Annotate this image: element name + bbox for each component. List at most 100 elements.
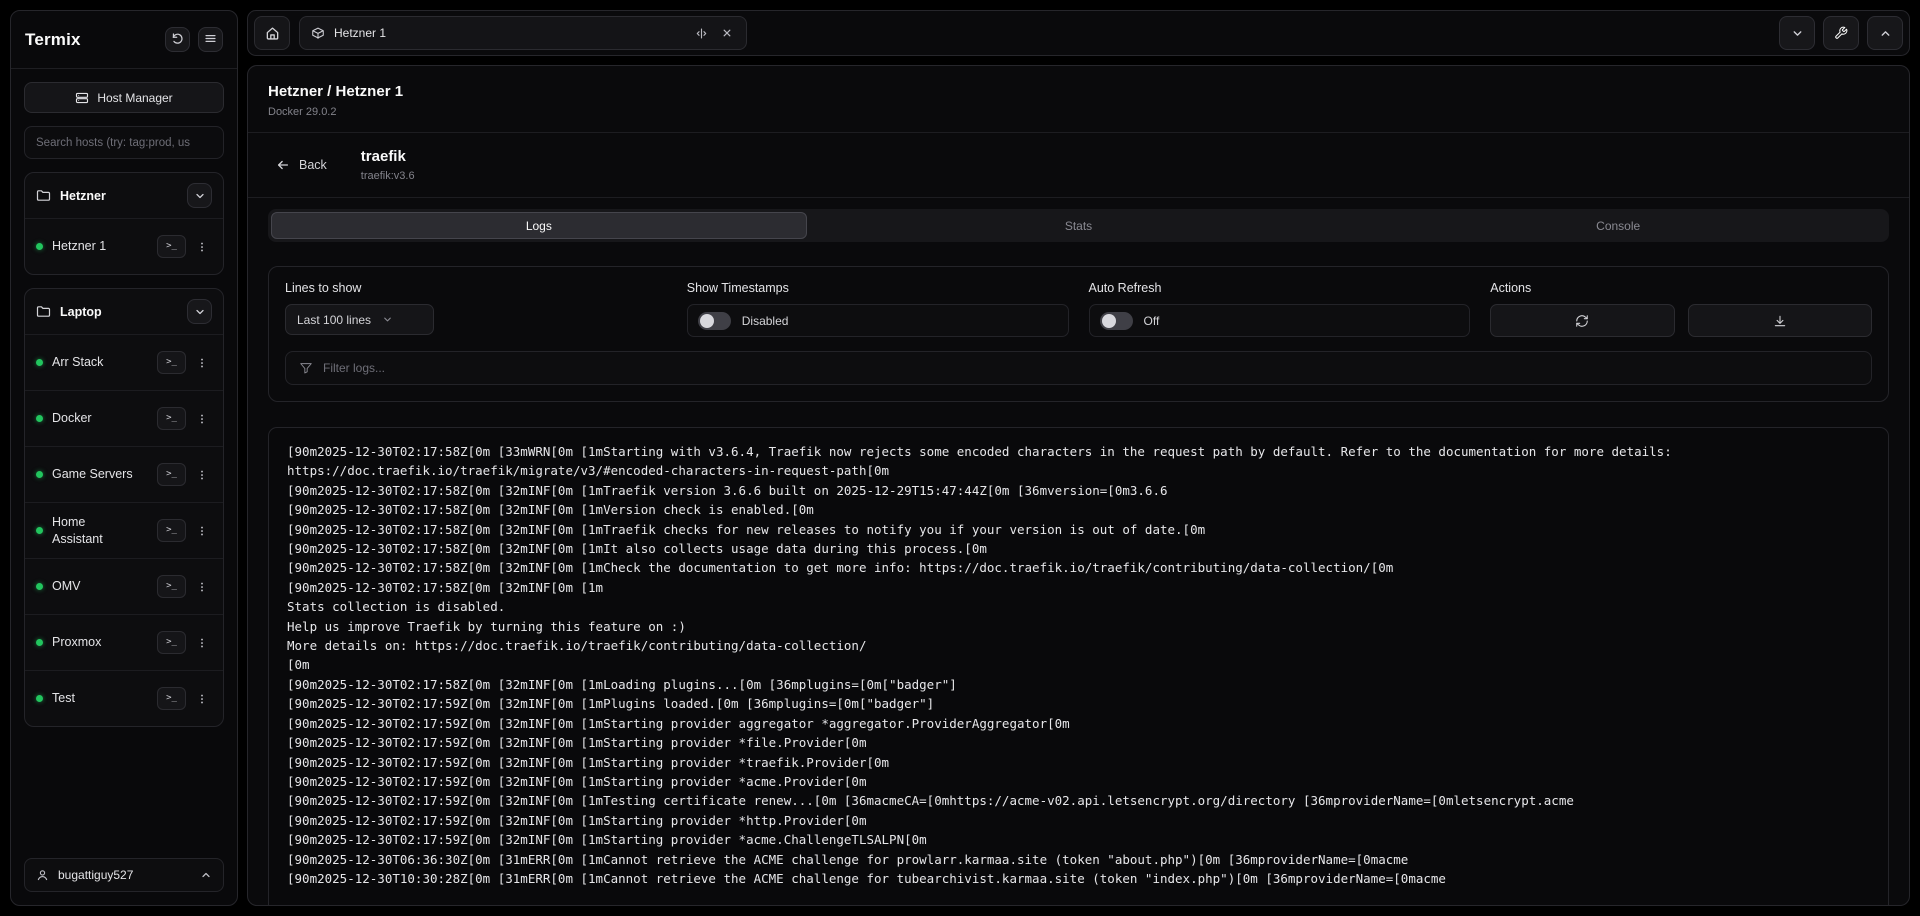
tab-bar: Hetzner 1 [247,10,1910,56]
scroll-down-button[interactable] [1779,16,1815,50]
log-line: [90m2025-12-30T02:17:58Z[0m [32mINF[0m [… [287,558,1870,577]
status-online-dot [36,243,43,250]
group-items: Arr Stack >_ Docker >_ Game Servers >_ H… [25,334,223,726]
lines-select[interactable]: Last 100 lines [285,304,434,335]
timestamps-control: Show Timestamps Disabled [687,281,1069,337]
open-terminal-button[interactable]: >_ [157,407,186,430]
download-logs-button[interactable] [1688,304,1872,337]
log-output[interactable]: [90m2025-12-30T02:17:58Z[0m [33mWRN[0m [… [268,427,1889,905]
host-label: Arr Stack [52,354,136,371]
group-collapse-button[interactable] [187,299,212,324]
user-icon [36,869,49,882]
back-button[interactable]: Back [268,152,335,178]
group-label: Laptop [60,305,102,319]
search-hosts-input[interactable] [24,126,224,159]
folder-icon [36,304,51,319]
host-actions: >_ [157,631,212,654]
status-online-dot [36,471,43,478]
group-collapse-button[interactable] [187,183,212,208]
kebab-icon [196,636,208,650]
container-icon [311,26,325,40]
open-terminal-button[interactable]: >_ [157,351,186,374]
host-group-header[interactable]: Hetzner [25,173,223,218]
folder-icon [36,188,51,203]
refresh-logs-button[interactable] [1490,304,1674,337]
host-menu-button[interactable] [192,575,212,598]
host-label: Proxmox [52,634,136,651]
log-line: More details on: https://doc.traefik.io/… [287,636,1870,655]
filter-logs-input[interactable] [323,361,1858,375]
session-tab[interactable]: Hetzner 1 [299,16,747,50]
main-column: Hetzner 1 [247,10,1910,906]
host-item-hetzner-1[interactable]: Hetzner 1 >_ [25,218,223,274]
host-item-home-assistant[interactable]: Home Assistant >_ [25,502,223,558]
tab-console[interactable]: Console [1350,212,1886,239]
host-menu-button[interactable] [192,631,212,654]
host-manager-button[interactable]: Host Manager [24,82,224,113]
container-header: Back traefik traefik:v3.6 [248,133,1909,198]
host-actions: >_ [157,463,212,486]
tab-logs[interactable]: Logs [271,212,807,239]
host-actions: >_ [157,575,212,598]
sidebar-footer: bugattiguy527 [11,845,237,905]
scroll-up-button[interactable] [1867,16,1903,50]
host-menu-button[interactable] [192,463,212,486]
open-terminal-button[interactable]: >_ [157,519,186,542]
open-terminal-button[interactable]: >_ [157,631,186,654]
user-menu-button[interactable]: bugattiguy527 [24,858,224,892]
log-line: [90m2025-12-30T02:17:59Z[0m [32mINF[0m [… [287,753,1870,772]
chevron-down-icon [1791,27,1804,40]
host-item-game-servers[interactable]: Game Servers >_ [25,446,223,502]
host-menu-button[interactable] [192,351,212,374]
host-item-omv[interactable]: OMV >_ [25,558,223,614]
group-label: Hetzner [60,189,106,203]
kebab-icon [196,580,208,594]
split-view-icon [695,27,708,40]
kebab-icon [196,692,208,706]
host-menu-button[interactable] [192,687,212,710]
auto-refresh-toggle[interactable] [1100,312,1133,330]
open-terminal-button[interactable]: >_ [157,687,186,710]
container-meta: traefik traefik:v3.6 [361,148,415,182]
open-terminal-button[interactable]: >_ [157,463,186,486]
home-icon [265,26,280,41]
menu-icon [204,32,217,48]
host-item-docker[interactable]: Docker >_ [25,390,223,446]
tools-button[interactable] [1823,16,1859,50]
chevron-up-icon [1879,27,1892,40]
host-item-arr-stack[interactable]: Arr Stack >_ [25,334,223,390]
split-view-button[interactable] [693,25,710,42]
timestamps-state: Disabled [742,314,789,328]
host-group-header[interactable]: Laptop [25,289,223,334]
open-terminal-button[interactable]: >_ [157,575,186,598]
timestamps-toggle-box: Disabled [687,304,1069,337]
log-line: [90m2025-12-30T02:17:59Z[0m [32mINF[0m [… [287,714,1870,733]
close-tab-button[interactable] [719,25,735,41]
host-menu-button[interactable] [192,519,212,542]
refresh-hosts-button[interactable] [165,27,190,52]
home-button[interactable] [254,16,290,50]
host-actions: >_ [157,235,212,258]
host-label: Docker [52,410,136,427]
open-terminal-button[interactable]: >_ [157,235,186,258]
host-menu-button[interactable] [192,235,212,258]
kebab-icon [196,240,208,254]
view-tabs: LogsStatsConsole [268,209,1889,242]
wrench-icon [1834,26,1848,40]
server-icon [75,91,89,105]
host-actions: >_ [157,407,212,430]
auto-refresh-state: Off [1144,314,1160,328]
log-line: [90m2025-12-30T02:17:58Z[0m [32mINF[0m [… [287,520,1870,539]
back-label: Back [299,158,327,172]
status-online-dot [36,359,43,366]
timestamps-toggle[interactable] [698,312,731,330]
status-online-dot [36,415,43,422]
host-item-test[interactable]: Test >_ [25,670,223,726]
kebab-icon [196,468,208,482]
host-menu-button[interactable] [192,407,212,430]
tab-stats[interactable]: Stats [811,212,1347,239]
host-item-proxmox[interactable]: Proxmox >_ [25,614,223,670]
chevron-down-icon [194,306,206,318]
actions-row [1490,304,1872,337]
sidebar-menu-button[interactable] [198,27,223,52]
